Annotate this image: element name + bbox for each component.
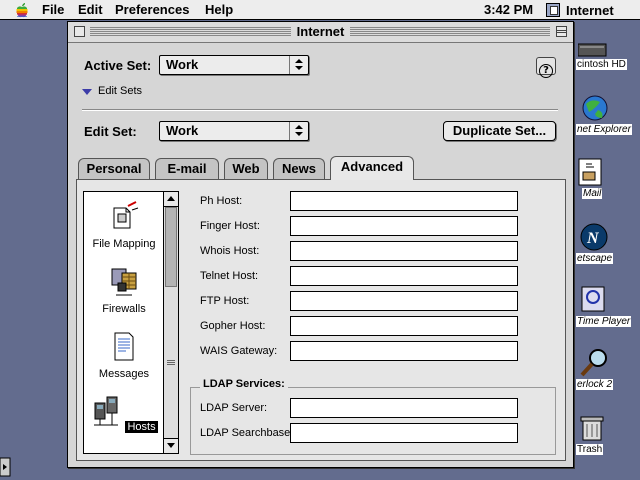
edit-set-label: Edit Set: [84,124,137,139]
ftp-host-label: FTP Host: [200,295,250,307]
netscape-icon: N [580,223,608,251]
internet-window: Internet Active Set: Work ? Edit Sets Ed… [67,21,574,468]
wais-gateway-label: WAIS Gateway: [200,345,278,357]
popup-arrows-icon [289,122,308,140]
whois-host-field[interactable] [290,241,518,261]
whois-host-label: Whois Host: [200,245,260,257]
ph-host-field[interactable] [290,191,518,211]
messages-icon [114,332,134,361]
active-set-popup[interactable]: Work [159,55,309,75]
internet-explorer-icon [582,95,608,121]
list-item-label: Hosts [125,421,158,433]
popup-arrows-icon [289,56,308,74]
menu-preferences[interactable]: Preferences [115,2,189,18]
window-shade-icon[interactable] [556,26,567,37]
file-mapping-icon [113,201,139,229]
trash-icon [580,416,604,441]
edit-set-value: Work [166,123,199,138]
active-set-value: Work [166,57,199,72]
close-box-icon[interactable] [74,26,85,37]
ldap-server-field[interactable] [290,398,518,418]
quicktime-player-icon [581,286,605,312]
window-title-wrapper: Internet [68,24,573,39]
menu-clock[interactable]: 3:42 PM [484,2,533,17]
list-item-file-mapping[interactable]: File Mapping [84,200,164,250]
scroll-thumb[interactable] [165,207,177,287]
scroll-grip-icon [167,360,175,366]
finger-host-field[interactable] [290,216,518,236]
scroll-up-arrow-icon[interactable] [164,192,178,207]
menu-edit[interactable]: Edit [78,2,103,18]
ldap-searchbase-label: LDAP Searchbase: [200,427,294,439]
apple-menu-icon[interactable] [14,2,30,18]
list-item-label: Firewalls [102,303,146,315]
help-icon: ? [539,64,553,78]
firewalls-icon [111,268,137,296]
desktop-icon-label: Time Player [576,316,632,327]
help-button[interactable]: ? [536,57,556,78]
internet-app-icon [546,3,560,17]
svg-text:N: N [586,230,600,247]
desktop-icon-label: etscape [576,253,614,264]
menu-help[interactable]: Help [205,2,233,18]
gopher-host-label: Gopher Host: [200,320,266,332]
category-list-scrollbar[interactable] [163,192,178,453]
active-set-label: Active Set: [84,58,152,73]
application-menu[interactable]: Internet [546,1,614,19]
desktop-icon-label: cintosh HD [576,59,627,70]
desktop-icon-label: net Explorer [576,124,632,135]
edit-sets-label[interactable]: Edit Sets [98,85,142,97]
gopher-host-field[interactable] [290,316,518,336]
tab-advanced[interactable]: Advanced [330,156,414,180]
scroll-down-arrow-icon[interactable] [164,438,178,453]
ldap-searchbase-field[interactable] [290,423,518,443]
wais-gateway-field[interactable] [290,341,518,361]
tab-web[interactable]: Web [224,158,268,180]
edit-set-popup[interactable]: Work [159,121,309,141]
duplicate-set-button[interactable]: Duplicate Set... [443,121,556,141]
list-item-label: Messages [98,368,150,380]
window-title: Internet [290,24,351,39]
tab-personal[interactable]: Personal [78,158,150,180]
desktop-icon-label: erlock 2 [576,379,614,390]
separator [82,109,558,111]
application-menu-label: Internet [566,2,614,18]
advanced-category-list[interactable]: File Mapping Firewalls Messages Hosts [83,191,179,454]
list-item-hosts[interactable]: Hosts [84,395,164,433]
ldap-server-label: LDAP Server: [200,402,268,414]
desktop-icon-label: Trash [576,444,604,455]
hard-disk-icon [578,43,607,57]
list-item-label: File Mapping [92,238,156,250]
menu-file[interactable]: File [42,2,64,18]
ldap-services-title: LDAP Services: [200,378,288,390]
finger-host-label: Finger Host: [200,220,260,232]
tab-news[interactable]: News [273,158,325,180]
ftp-host-field[interactable] [290,291,518,311]
sherlock-icon [580,349,607,377]
list-item-firewalls[interactable]: Firewalls [84,265,164,315]
window-title-bar[interactable]: Internet [68,22,573,43]
list-item-messages[interactable]: Messages [84,330,164,380]
hosts-icon [94,396,119,426]
menu-bar: File Edit Preferences Help 3:42 PM Inter… [0,0,640,20]
tab-email[interactable]: E-mail [155,158,219,180]
desktop-icon-label: Mail [582,188,603,199]
mail-icon [578,158,602,186]
telnet-host-label: Telnet Host: [200,270,259,282]
telnet-host-field[interactable] [290,266,518,286]
ph-host-label: Ph Host: [200,195,243,207]
desktop-edge-icon [0,457,11,477]
disclosure-triangle-icon[interactable] [82,89,92,95]
